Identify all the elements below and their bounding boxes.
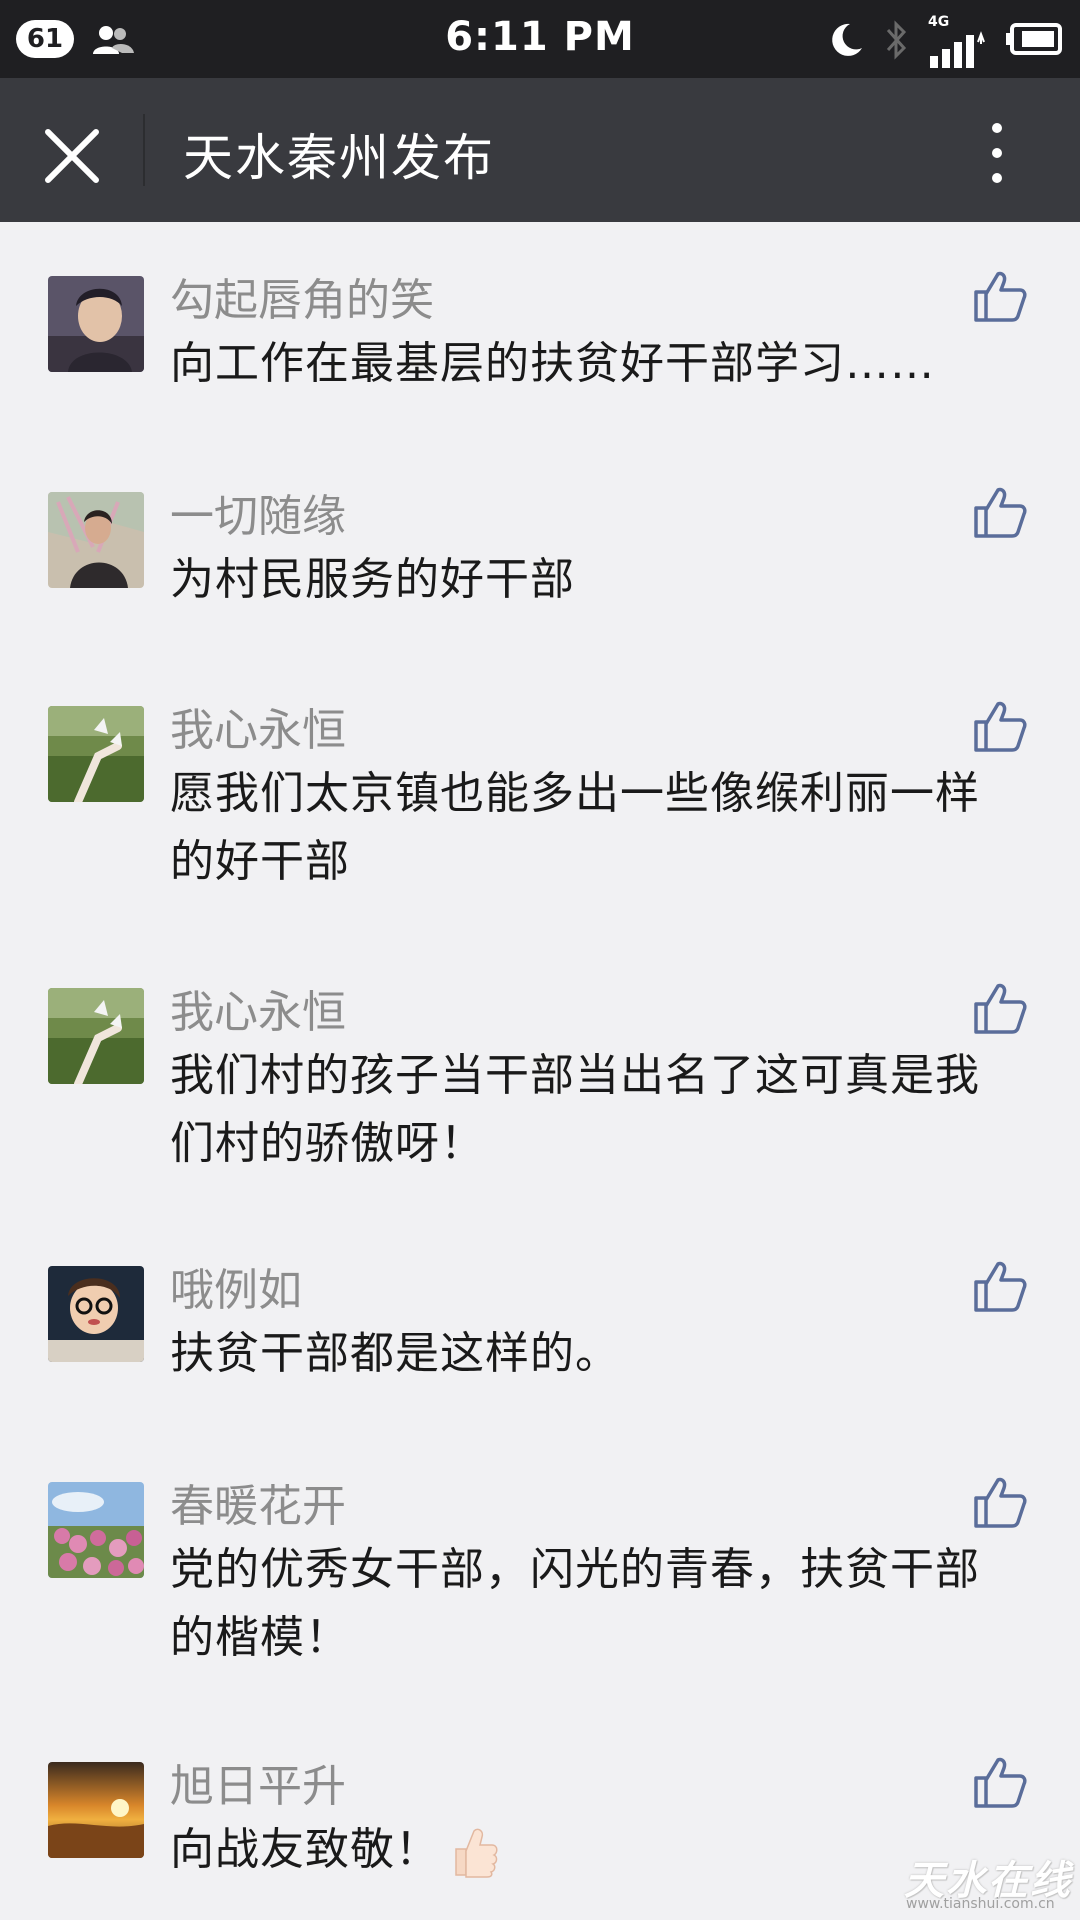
avatar: [48, 1482, 144, 1578]
battery-icon: [1006, 23, 1062, 55]
comment-author: 一切随缘: [170, 491, 346, 542]
signal-icon: [930, 31, 985, 68]
moon-icon: [832, 23, 862, 56]
comment-text-content: 向战友致敬！: [170, 1824, 440, 1875]
avatar: [48, 1266, 144, 1362]
avatar: [48, 1762, 144, 1858]
comment-author: 哦例如: [170, 1265, 302, 1316]
thumbs-up-icon[interactable]: [972, 268, 1028, 324]
thumbs-up-icon[interactable]: [972, 1474, 1028, 1530]
comment-author: 旭日平升: [170, 1761, 346, 1812]
comment-author: 春暖花开: [170, 1481, 346, 1532]
more-options-button[interactable]: [980, 118, 1014, 188]
comment-author: 勾起唇角的笑: [170, 275, 434, 326]
comment-author: 我心永恒: [170, 705, 346, 756]
comment-text: 向战友致敬！: [170, 1816, 1020, 1884]
thumbs-up-icon[interactable]: [972, 698, 1028, 754]
bluetooth-icon: [886, 20, 907, 60]
status-bar: 61 6:11 PM 4G: [0, 0, 1080, 78]
network-type-label: 4G: [928, 14, 950, 30]
title-bar: 天水秦州发布: [0, 78, 1080, 222]
watermark-url: www.tianshui.com.cn: [906, 1896, 1055, 1912]
signal-indicator: 4G: [926, 14, 986, 68]
thumbs-up-icon[interactable]: [972, 1754, 1028, 1810]
header-divider: [143, 114, 145, 186]
close-button[interactable]: [36, 120, 108, 192]
thumbs-up-icon[interactable]: [972, 1258, 1028, 1314]
thumbs-up-emoji-icon: [455, 1828, 498, 1878]
comment-text: 愿我们太京镇也能多出一些像缑利丽一样的好干部: [170, 768, 980, 887]
comment-author: 我心永恒: [170, 987, 346, 1038]
avatar: [48, 492, 144, 588]
comment-text: 扶贫干部都是这样的。: [170, 1328, 620, 1379]
comment-text: 我们村的孩子当干部当出名了这可真是我们村的骄傲呀！: [170, 1050, 980, 1169]
thumbs-up-icon[interactable]: [972, 484, 1028, 540]
thumbs-up-icon[interactable]: [972, 980, 1028, 1036]
page-title: 天水秦州发布: [183, 129, 495, 187]
status-time: 6:11 PM: [445, 14, 635, 60]
comment-text: 向工作在最基层的扶贫好干部学习……: [170, 338, 935, 389]
avatar: [48, 706, 144, 802]
watermark: 天水在线 www.tianshui.com.cn: [896, 1848, 1076, 1916]
avatar: [48, 276, 144, 372]
avatar: [48, 988, 144, 1084]
comment-text: 党的优秀女干部，闪光的青春，扶贫干部的楷模！: [170, 1544, 980, 1663]
comment-text: 为村民服务的好干部: [170, 554, 575, 605]
